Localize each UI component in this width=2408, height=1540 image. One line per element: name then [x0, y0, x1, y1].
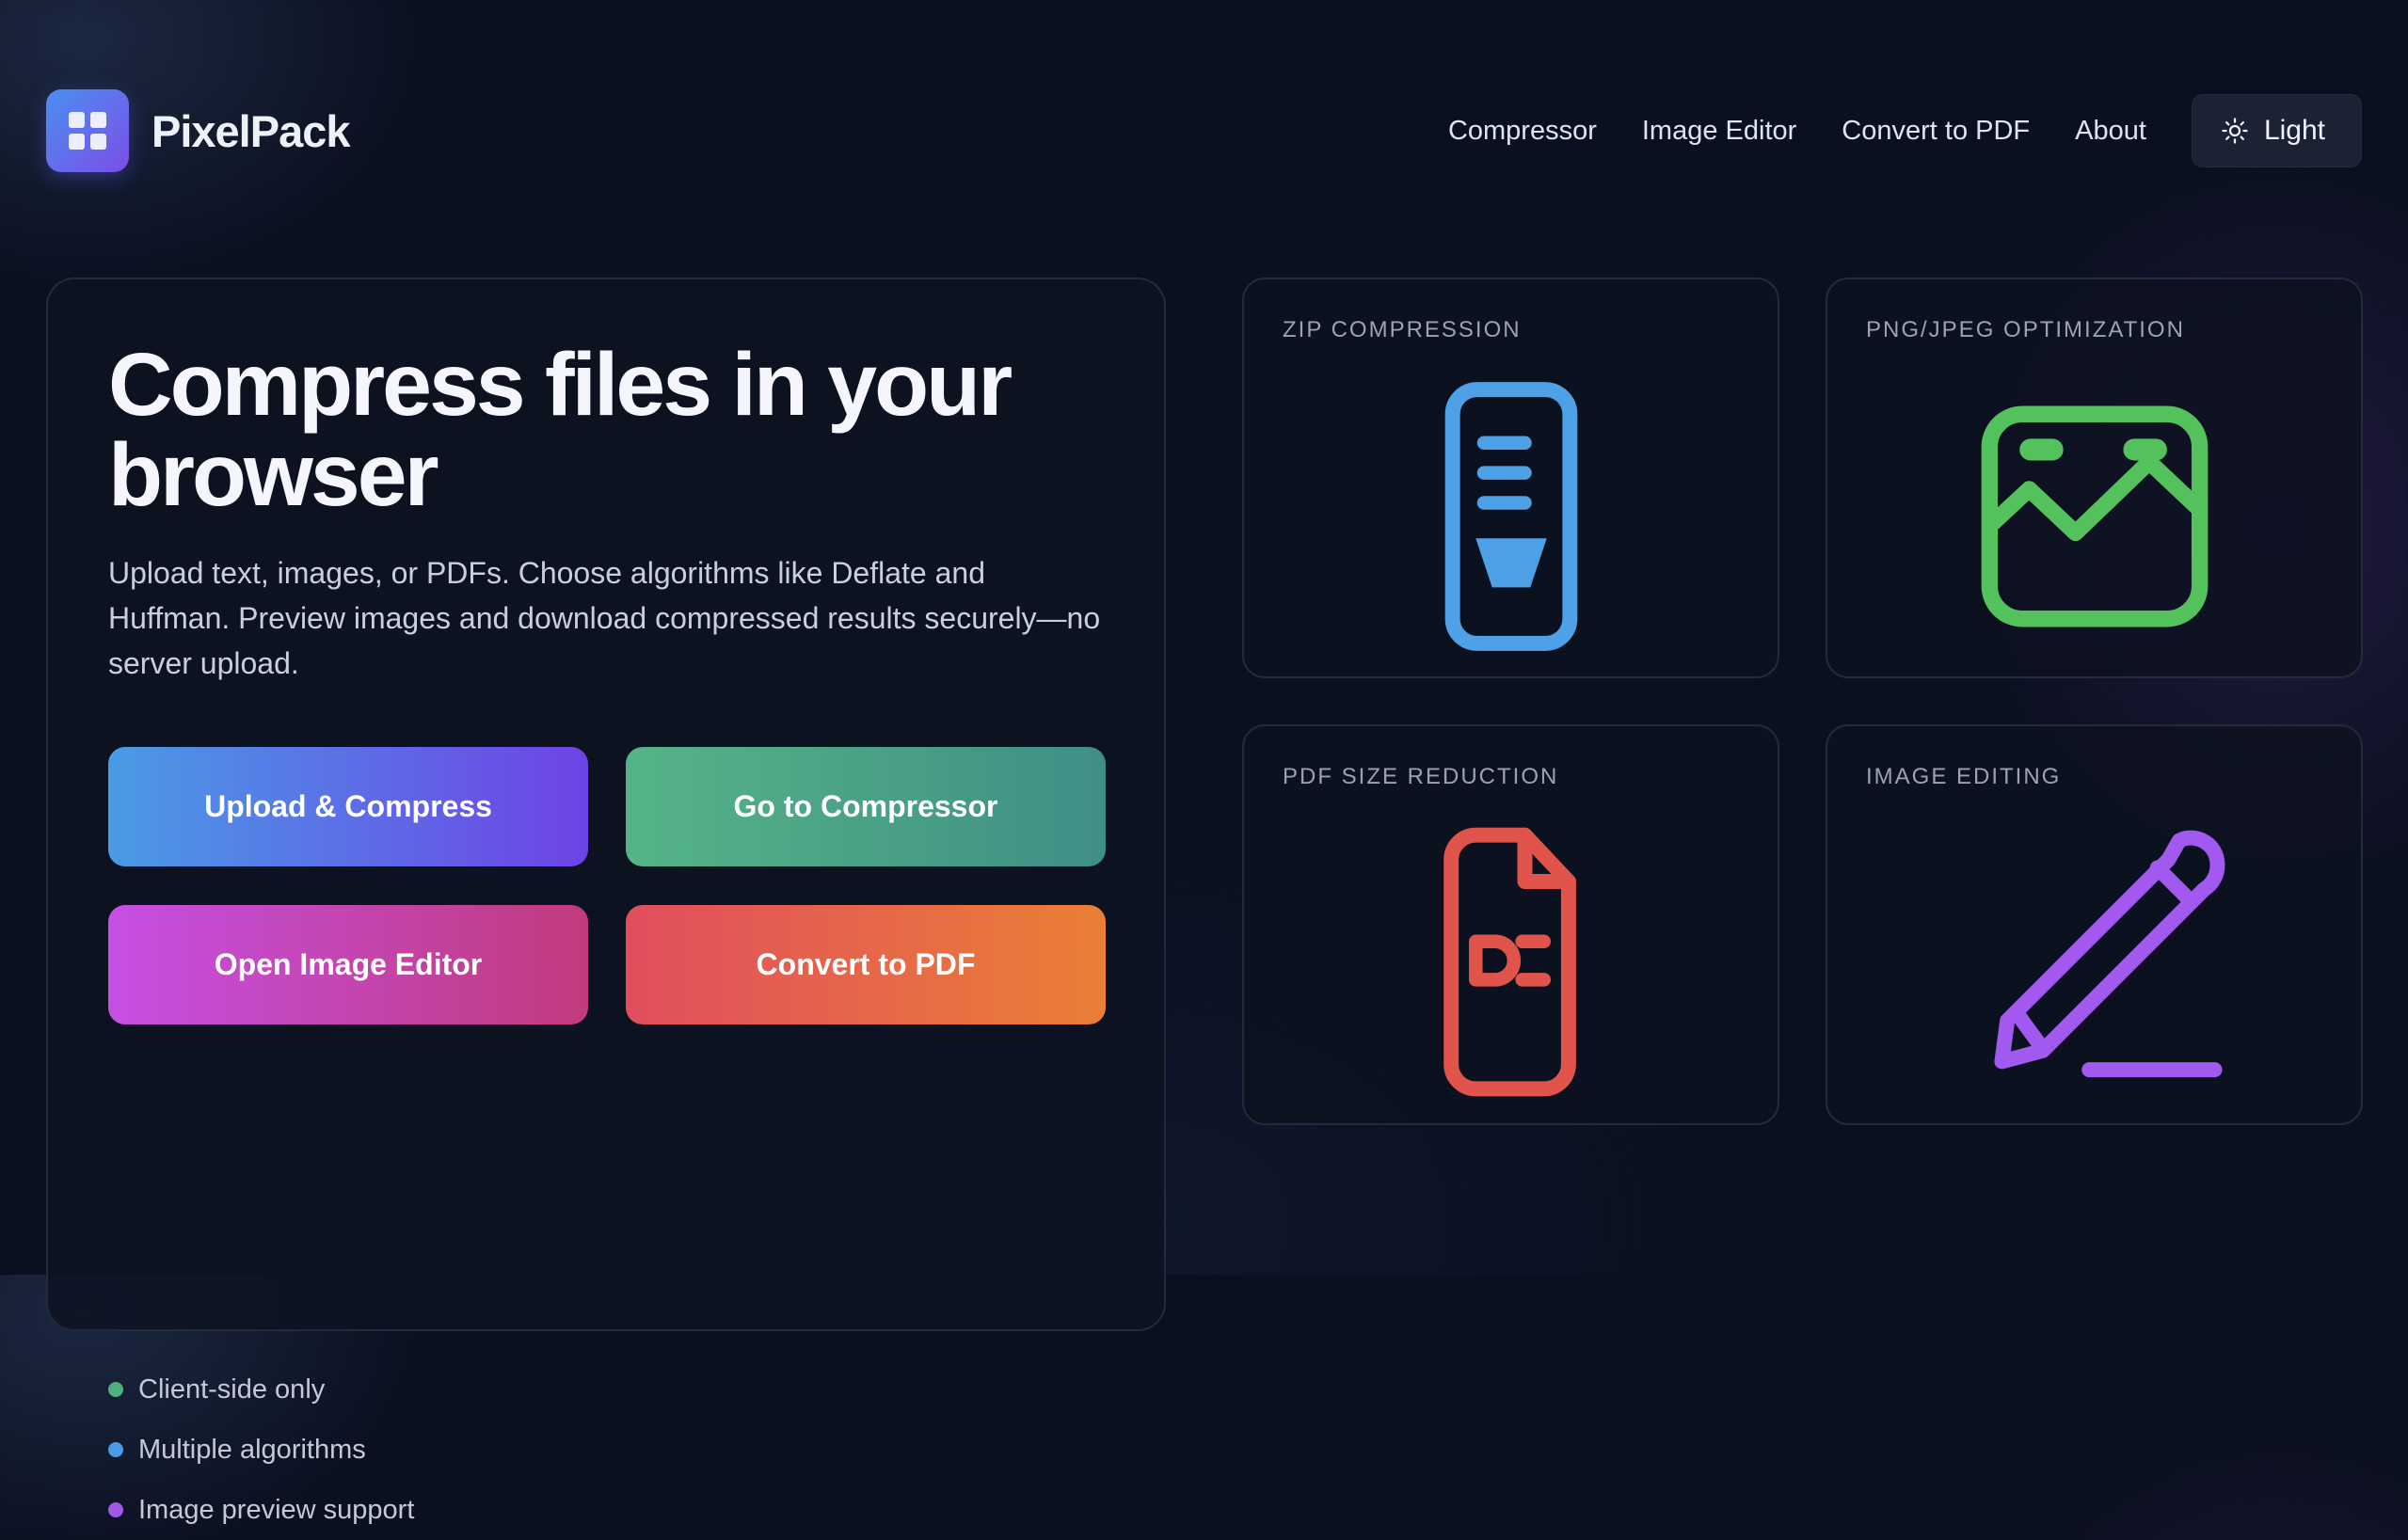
brand[interactable]: PixelPack	[46, 89, 351, 172]
feature-item: Client-side only	[108, 1359, 414, 1420]
feature-label: Client-side only	[138, 1373, 326, 1405]
tile-label: PNG/JPEG OPTIMIZATION	[1866, 317, 2185, 342]
image-icon	[1981, 405, 2208, 627]
nav-convert-to-pdf[interactable]: Convert to PDF	[1842, 116, 2030, 147]
main-nav: Compressor Image Editor Convert to PDF A…	[1403, 94, 2362, 167]
hero-card: Compress files in your browser Upload te…	[46, 278, 1166, 1525]
tile-image-editing[interactable]: IMAGE EDITING	[1826, 724, 2363, 1125]
feature-label: Multiple algorithms	[138, 1434, 366, 1465]
theme-toggle-label: Light	[2263, 115, 2325, 146]
feature-item: Multiple algorithms	[108, 1420, 414, 1480]
pdf-file-icon	[1443, 827, 1576, 1097]
site-header: PixelPack Compressor Image Editor Conver…	[46, 89, 2362, 172]
go-to-compressor-button[interactable]: Go to Compressor	[626, 747, 1106, 866]
tile-pdf-size-reduction[interactable]: PDF SIZE REDUCTION	[1242, 724, 1779, 1125]
nav-about[interactable]: About	[2075, 116, 2146, 147]
upload-compress-button[interactable]: Upload & Compress	[108, 747, 588, 866]
bullet-dot-icon	[108, 1442, 123, 1457]
nav-image-editor[interactable]: Image Editor	[1642, 116, 1796, 147]
hero-title: Compress files in your browser	[108, 335, 1013, 525]
tile-label: ZIP COMPRESSION	[1283, 317, 1522, 342]
sun-icon	[2222, 118, 2248, 144]
bullet-dot-icon	[108, 1382, 123, 1397]
tile-label: IMAGE EDITING	[1866, 764, 2062, 789]
brand-name: PixelPack	[151, 105, 351, 156]
feature-item: Image preview support	[108, 1480, 414, 1540]
tile-label: PDF SIZE REDUCTION	[1283, 764, 1559, 789]
tile-zip-compression[interactable]: ZIP COMPRESSION	[1242, 278, 1779, 678]
convert-to-pdf-button[interactable]: Convert to PDF	[626, 905, 1106, 1024]
app-logo-icon	[46, 89, 129, 172]
theme-toggle-button[interactable]: Light	[2191, 94, 2362, 167]
zip-file-icon	[1444, 382, 1577, 651]
bullet-dot-icon	[108, 1502, 123, 1517]
nav-compressor[interactable]: Compressor	[1448, 116, 1597, 147]
open-image-editor-button[interactable]: Open Image Editor	[108, 905, 588, 1024]
feature-list: Client-side only Multiple algorithms Ima…	[108, 1359, 414, 1540]
pencil-icon	[1993, 830, 2225, 1078]
tile-png-jpeg-optimization[interactable]: PNG/JPEG OPTIMIZATION	[1826, 278, 2363, 678]
hero-description: Upload text, images, or PDFs. Choose alg…	[108, 556, 1101, 680]
feature-label: Image preview support	[138, 1494, 415, 1525]
